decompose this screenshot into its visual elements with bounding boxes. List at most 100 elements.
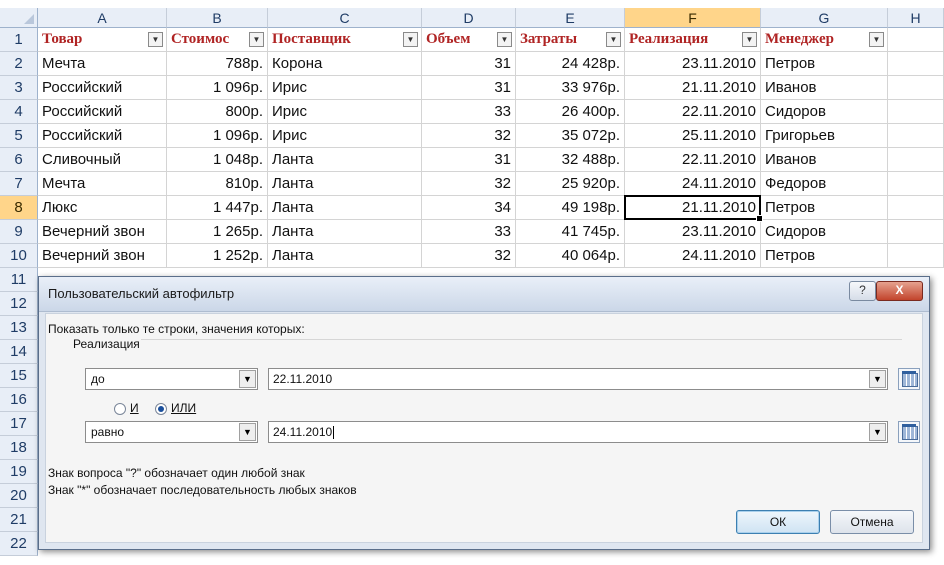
table-cell[interactable]: 23.11.2010: [625, 220, 761, 244]
table-cell[interactable]: 25 920р.: [516, 172, 625, 196]
combo-arrow-icon[interactable]: ▼: [239, 423, 256, 441]
table-cell[interactable]: Российский: [38, 100, 167, 124]
column-header-g[interactable]: G: [761, 8, 888, 28]
and-label[interactable]: И: [130, 401, 139, 415]
table-cell[interactable]: Ланта: [268, 148, 422, 172]
header-cell[interactable]: Товар ▼: [38, 28, 167, 52]
table-cell[interactable]: 25.11.2010: [625, 124, 761, 148]
close-button[interactable]: X: [876, 281, 923, 301]
table-cell[interactable]: Российский: [38, 124, 167, 148]
empty-cell[interactable]: [888, 244, 944, 268]
calendar-button-2[interactable]: [898, 421, 920, 443]
value-input-2[interactable]: 24.11.2010 ▼: [268, 421, 888, 443]
dropdown-arrow-icon[interactable]: ▼: [249, 32, 264, 47]
table-cell[interactable]: Сливочный: [38, 148, 167, 172]
table-cell[interactable]: Люкс: [38, 196, 167, 220]
ok-button[interactable]: ОК: [736, 510, 820, 534]
column-header-c[interactable]: C: [268, 8, 422, 28]
header-cell[interactable]: Затраты ▼: [516, 28, 625, 52]
table-cell[interactable]: 1 048р.: [167, 148, 268, 172]
row-header-9[interactable]: 9: [0, 220, 38, 244]
table-cell[interactable]: 31: [422, 76, 516, 100]
empty-cell[interactable]: [888, 124, 944, 148]
row-header-21[interactable]: 21: [0, 508, 38, 532]
table-cell[interactable]: Ирис: [268, 76, 422, 100]
table-cell[interactable]: 1 265р.: [167, 220, 268, 244]
table-cell[interactable]: Ланта: [268, 220, 422, 244]
table-cell[interactable]: 24 428р.: [516, 52, 625, 76]
row-header-18[interactable]: 18: [0, 436, 38, 460]
table-cell[interactable]: 34: [422, 196, 516, 220]
table-cell[interactable]: 21.11.2010: [625, 76, 761, 100]
row-header-19[interactable]: 19: [0, 460, 38, 484]
table-cell[interactable]: 40 064р.: [516, 244, 625, 268]
row-header-1[interactable]: 1: [0, 28, 38, 52]
table-cell[interactable]: 22.11.2010: [625, 100, 761, 124]
table-cell[interactable]: 31: [422, 52, 516, 76]
or-label[interactable]: ИЛИ: [171, 401, 196, 415]
table-cell[interactable]: Ирис: [268, 100, 422, 124]
table-cell[interactable]: Российский: [38, 76, 167, 100]
table-cell[interactable]: Петров: [761, 196, 888, 220]
combo-arrow-icon[interactable]: ▼: [869, 423, 886, 441]
table-cell[interactable]: 33 976р.: [516, 76, 625, 100]
table-cell[interactable]: Петров: [761, 52, 888, 76]
table-cell[interactable]: 41 745р.: [516, 220, 625, 244]
row-header-13[interactable]: 13: [0, 316, 38, 340]
empty-cell[interactable]: [888, 52, 944, 76]
table-cell[interactable]: Иванов: [761, 148, 888, 172]
table-cell[interactable]: Ланта: [268, 196, 422, 220]
dropdown-arrow-icon[interactable]: ▼: [869, 32, 884, 47]
operator-select-1[interactable]: до ▼: [85, 368, 258, 390]
table-cell[interactable]: 810р.: [167, 172, 268, 196]
table-cell[interactable]: 32 488р.: [516, 148, 625, 172]
table-cell[interactable]: Петров: [761, 244, 888, 268]
table-cell[interactable]: 23.11.2010: [625, 52, 761, 76]
row-header-14[interactable]: 14: [0, 340, 38, 364]
operator-select-2[interactable]: равно ▼: [85, 421, 258, 443]
column-header-h[interactable]: H: [888, 8, 944, 28]
table-cell[interactable]: Мечта: [38, 172, 167, 196]
table-cell[interactable]: Ланта: [268, 244, 422, 268]
empty-cell[interactable]: [888, 220, 944, 244]
cancel-button[interactable]: Отмена: [830, 510, 914, 534]
row-header-3[interactable]: 3: [0, 76, 38, 100]
row-header-7[interactable]: 7: [0, 172, 38, 196]
empty-cell[interactable]: [888, 196, 944, 220]
dropdown-arrow-icon[interactable]: ▼: [497, 32, 512, 47]
dropdown-arrow-icon[interactable]: ▼: [403, 32, 418, 47]
help-button[interactable]: ?: [849, 281, 876, 301]
table-cell[interactable]: Мечта: [38, 52, 167, 76]
column-header-d[interactable]: D: [422, 8, 516, 28]
table-cell[interactable]: 26 400р.: [516, 100, 625, 124]
row-header-22[interactable]: 22: [0, 532, 38, 556]
row-header-4[interactable]: 4: [0, 100, 38, 124]
value-input-1[interactable]: 22.11.2010 ▼: [268, 368, 888, 390]
dropdown-arrow-icon[interactable]: ▼: [148, 32, 163, 47]
table-cell[interactable]: Григорьев: [761, 124, 888, 148]
header-cell[interactable]: Объем ▼: [422, 28, 516, 52]
table-cell[interactable]: 1 096р.: [167, 124, 268, 148]
column-header-f[interactable]: F: [625, 8, 761, 28]
table-cell[interactable]: 1 252р.: [167, 244, 268, 268]
table-cell[interactable]: 31: [422, 148, 516, 172]
or-radio[interactable]: [155, 403, 167, 415]
empty-cell[interactable]: [888, 76, 944, 100]
header-cell[interactable]: Реализация ▼: [625, 28, 761, 52]
table-cell[interactable]: 24.11.2010: [625, 244, 761, 268]
table-cell[interactable]: Вечерний звон: [38, 244, 167, 268]
table-cell[interactable]: 33: [422, 100, 516, 124]
empty-cell[interactable]: [888, 148, 944, 172]
table-cell[interactable]: 800р.: [167, 100, 268, 124]
table-cell[interactable]: 788р.: [167, 52, 268, 76]
row-header-16[interactable]: 16: [0, 388, 38, 412]
table-cell[interactable]: Сидоров: [761, 220, 888, 244]
dropdown-arrow-icon[interactable]: ▼: [742, 32, 757, 47]
row-header-15[interactable]: 15: [0, 364, 38, 388]
empty-cell[interactable]: [888, 172, 944, 196]
table-cell[interactable]: Корона: [268, 52, 422, 76]
table-cell[interactable]: 1 447р.: [167, 196, 268, 220]
header-cell[interactable]: Стоимос ▼: [167, 28, 268, 52]
dialog-titlebar[interactable]: Пользовательский автофильтр ? X: [39, 277, 929, 312]
combo-arrow-icon[interactable]: ▼: [869, 370, 886, 388]
